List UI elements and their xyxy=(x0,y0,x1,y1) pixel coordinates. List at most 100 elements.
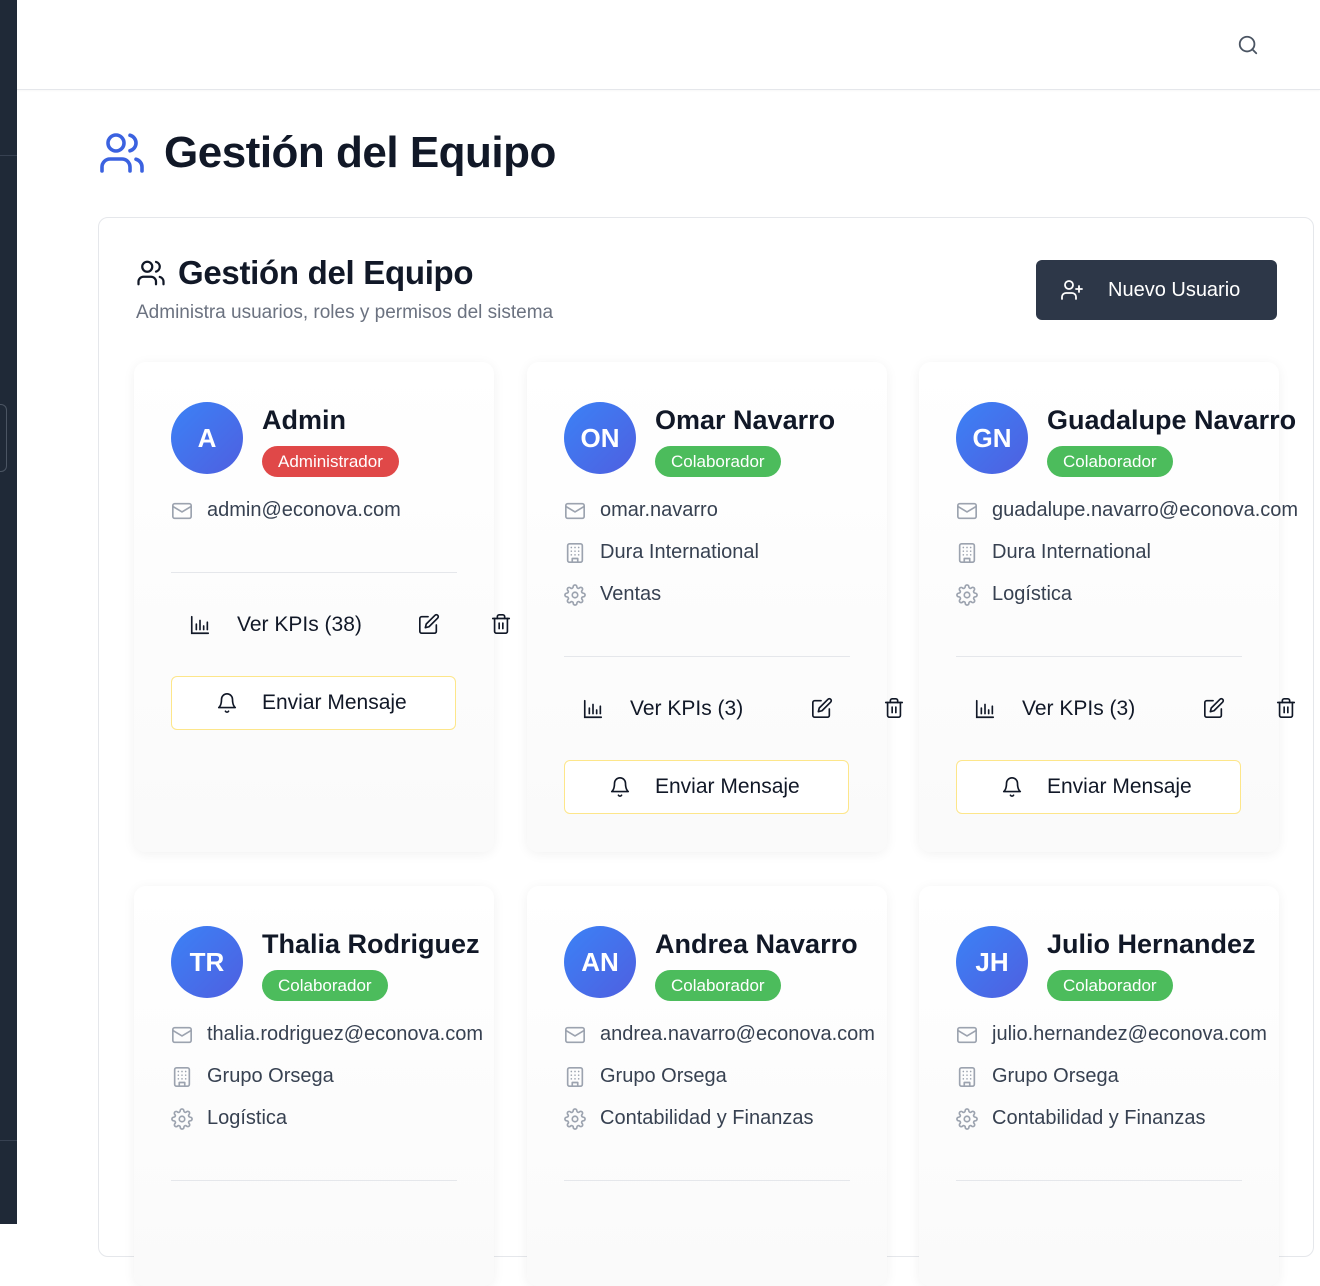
email-row: thalia.rodriguez@econova.com xyxy=(171,1023,483,1046)
department-text: Contabilidad y Finanzas xyxy=(600,1107,814,1129)
bell-icon xyxy=(1001,776,1023,798)
trash-icon[interactable] xyxy=(883,697,905,719)
company-row: Dura International xyxy=(956,541,1151,564)
avatar: GN xyxy=(956,402,1028,474)
sidebar-divider xyxy=(0,155,17,156)
users-icon xyxy=(136,258,166,288)
bar-chart-icon xyxy=(974,698,996,720)
bell-icon xyxy=(609,776,631,798)
user-card: A Admin Administrador admin@econova.com … xyxy=(134,362,511,852)
mail-icon xyxy=(171,1024,193,1046)
gear-icon xyxy=(564,583,586,606)
user-name: Guadalupe Navarro xyxy=(1047,405,1297,435)
role-badge: Colaborador xyxy=(655,970,781,1001)
mail-icon xyxy=(564,500,586,522)
card-divider xyxy=(564,1180,850,1181)
company-row: Grupo Orsega xyxy=(956,1065,1119,1088)
email-row: andrea.navarro@econova.com xyxy=(564,1023,875,1046)
company-text: Dura International xyxy=(600,541,759,563)
page-header: Gestión del Equipo xyxy=(98,128,556,178)
avatar: JH xyxy=(956,926,1028,998)
building-icon xyxy=(171,1066,193,1088)
email-text: julio.hernandez@econova.com xyxy=(992,1023,1267,1045)
users-icon xyxy=(98,129,146,177)
send-message-button[interactable]: Enviar Mensaje xyxy=(171,676,456,730)
new-user-button[interactable]: Nuevo Usuario xyxy=(1036,260,1277,320)
building-icon xyxy=(956,542,978,564)
send-message-label: Enviar Mensaje xyxy=(655,775,800,798)
user-name: Omar Navarro xyxy=(655,405,836,435)
bar-chart-icon xyxy=(582,698,604,720)
company-row: Grupo Orsega xyxy=(564,1065,727,1088)
role-badge: Colaborador xyxy=(1047,970,1173,1001)
trash-icon[interactable] xyxy=(1275,697,1297,719)
top-bar xyxy=(17,0,1320,90)
department-text: Logística xyxy=(992,583,1073,605)
view-kpis-label: Ver KPIs (3) xyxy=(1022,697,1136,720)
new-user-label: Nuevo Usuario xyxy=(1108,278,1241,301)
sidebar-divider xyxy=(0,1140,17,1141)
edit-icon[interactable] xyxy=(811,697,833,719)
card-divider xyxy=(171,572,457,573)
department-text: Contabilidad y Finanzas xyxy=(992,1107,1206,1129)
email-text: admin@econova.com xyxy=(207,499,401,521)
department-text: Logística xyxy=(207,1107,288,1129)
email-text: andrea.navarro@econova.com xyxy=(600,1023,875,1045)
department-row: Contabilidad y Finanzas xyxy=(956,1107,1205,1130)
mail-icon xyxy=(956,1024,978,1046)
card-divider xyxy=(956,656,1242,657)
view-kpis-button[interactable]: Ver KPIs (38) xyxy=(189,613,362,637)
gear-icon xyxy=(564,1107,586,1130)
building-icon xyxy=(564,1066,586,1088)
sidebar-active-indicator[interactable] xyxy=(0,404,7,472)
department-row: Ventas xyxy=(564,583,661,606)
role-badge: Colaborador xyxy=(262,970,388,1001)
card-divider xyxy=(564,656,850,657)
department-row: Logística xyxy=(171,1107,287,1130)
user-plus-icon xyxy=(1060,278,1084,302)
panel-subtitle: Administra usuarios, roles y permisos de… xyxy=(136,302,554,323)
edit-icon[interactable] xyxy=(418,613,440,635)
department-row: Contabilidad y Finanzas xyxy=(564,1107,813,1130)
email-text: omar.navarro xyxy=(600,499,718,521)
card-divider xyxy=(956,1180,1242,1181)
email-text: guadalupe.navarro@econova.com xyxy=(992,499,1299,521)
email-row: guadalupe.navarro@econova.com xyxy=(956,499,1298,522)
trash-icon[interactable] xyxy=(490,613,512,635)
send-message-label: Enviar Mensaje xyxy=(262,691,407,714)
send-message-button[interactable]: Enviar Mensaje xyxy=(956,760,1241,814)
role-badge: Colaborador xyxy=(1047,446,1173,477)
edit-icon[interactable] xyxy=(1203,697,1225,719)
card-actions: Ver KPIs (3) xyxy=(564,689,914,729)
building-icon xyxy=(956,1066,978,1088)
view-kpis-button[interactable]: Ver KPIs (3) xyxy=(582,697,743,721)
user-name: Admin xyxy=(262,405,346,435)
building-icon xyxy=(564,542,586,564)
user-card: JH Julio Hernandez Colaborador julio.her… xyxy=(919,886,1279,1286)
panel-header: Gestión del Equipo Administra usuarios, … xyxy=(136,254,553,324)
company-text: Dura International xyxy=(992,541,1151,563)
view-kpis-button[interactable]: Ver KPIs (3) xyxy=(974,697,1135,721)
card-actions: Ver KPIs (3) xyxy=(956,689,1306,729)
company-row: Dura International xyxy=(564,541,759,564)
avatar: ON xyxy=(564,402,636,474)
send-message-button[interactable]: Enviar Mensaje xyxy=(564,760,849,814)
card-divider xyxy=(171,1180,457,1181)
user-name: Thalia Rodriguez xyxy=(262,929,480,959)
gear-icon xyxy=(171,1107,193,1130)
email-text: thalia.rodriguez@econova.com xyxy=(207,1023,484,1045)
mail-icon xyxy=(171,500,193,522)
card-actions: Ver KPIs (38) xyxy=(171,605,521,645)
avatar: AN xyxy=(564,926,636,998)
user-name: Julio Hernandez xyxy=(1047,929,1256,959)
view-kpis-label: Ver KPIs (38) xyxy=(237,613,362,636)
role-badge: Administrador xyxy=(262,446,399,477)
email-row: julio.hernandez@econova.com xyxy=(956,1023,1267,1046)
panel-title: Gestión del Equipo xyxy=(178,254,474,291)
company-text: Grupo Orsega xyxy=(992,1065,1119,1087)
user-card: TR Thalia Rodriguez Colaborador thalia.r… xyxy=(134,886,494,1286)
email-row: admin@econova.com xyxy=(171,499,401,522)
department-text: Ventas xyxy=(600,583,662,605)
search-icon[interactable] xyxy=(1237,34,1259,56)
send-message-label: Enviar Mensaje xyxy=(1047,775,1192,798)
